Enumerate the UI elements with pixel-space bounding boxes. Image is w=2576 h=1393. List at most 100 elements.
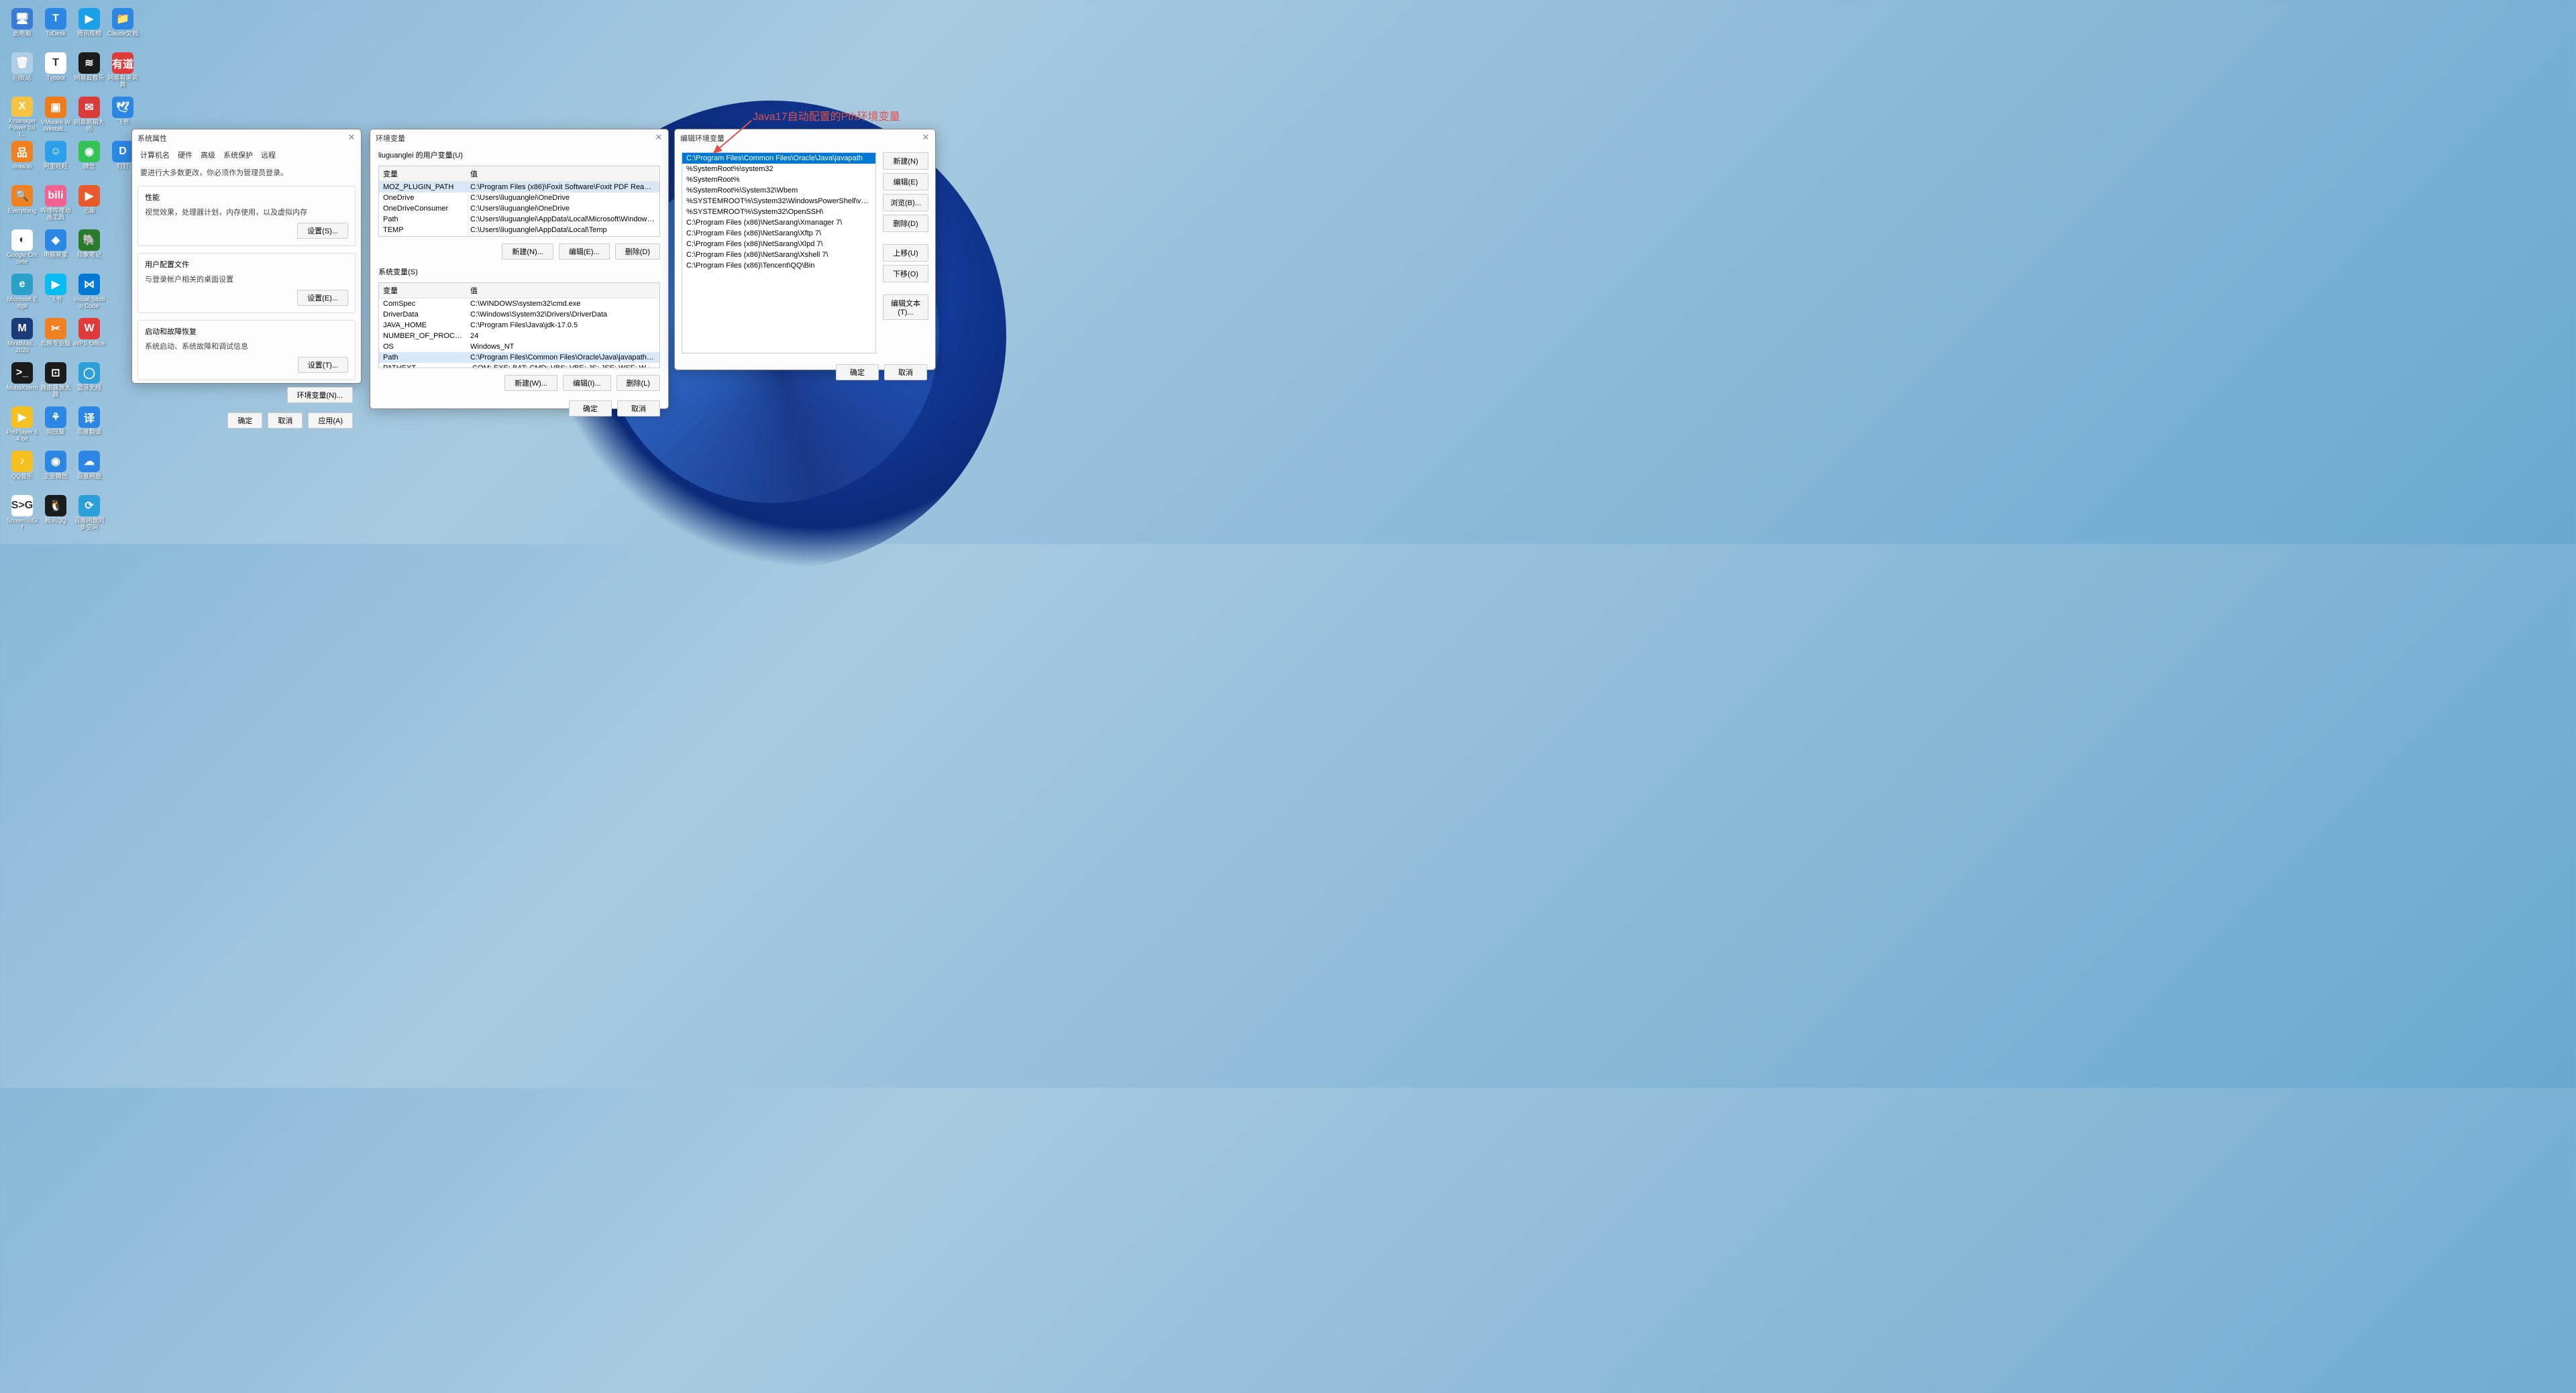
settings-button[interactable]: 设置(S)... — [297, 223, 348, 239]
env-vars-button[interactable]: 环境变量(N)... — [287, 387, 353, 403]
desktop-icon[interactable]: ⋈Visual Studio Code — [72, 271, 106, 315]
edit-env-var-window[interactable]: 编辑环境变量 ✕ C:\Program Files\Common Files\O… — [674, 129, 936, 370]
desktop-icon[interactable]: ☺阿里旺旺 — [39, 138, 72, 182]
list-item[interactable]: C:\Program Files (x86)\Tencent\QQ\Bin — [682, 260, 875, 271]
move-up-button[interactable]: 上移(U) — [883, 244, 928, 262]
desktop-icon[interactable]: eMicrosoft Edge — [5, 271, 39, 315]
desktop-icon[interactable]: 译百度翻译 — [72, 404, 106, 448]
settings-button[interactable]: 设置(T)... — [298, 357, 348, 373]
desktop-icon[interactable]: ◯蓝牙无线 — [72, 359, 106, 404]
desktop-icon[interactable]: ✂剪映专业版 — [39, 315, 72, 359]
desktop-icon[interactable]: ▶腾讯视频 — [72, 5, 106, 50]
desktop-icon[interactable]: ☁百度网盘 — [72, 448, 106, 492]
list-item[interactable]: %SystemRoot%\System32\Wbem — [682, 185, 875, 196]
desktop-icon[interactable]: S>GScreenToGif — [5, 492, 39, 537]
desktop-icon[interactable]: 📁Claude文档 — [106, 5, 140, 50]
desktop-icon[interactable]: ⟳百度网盘同步空间 — [72, 492, 106, 537]
desktop-icon[interactable]: 有道网易有道词典 — [106, 50, 140, 94]
cancel-button[interactable]: 取消 — [268, 412, 303, 429]
system-properties-window[interactable]: 系统属性 ✕ 计算机名硬件高级系统保护远程 要进行大多数更改，你必须作为管理员登… — [131, 129, 362, 384]
desktop-icon[interactable]: TTypora — [39, 50, 72, 94]
list-item[interactable]: C:\Program Files (x86)\NetSarang\Xlpd 7\ — [682, 239, 875, 249]
list-item[interactable]: %SYSTEMROOT%\System32\OpenSSH\ — [682, 207, 875, 217]
desktop-icon[interactable]: XXmanager Power Sui... — [5, 94, 39, 138]
path-entries-listbox[interactable]: C:\Program Files\Common Files\Oracle\Jav… — [682, 152, 876, 353]
list-item[interactable]: C:\Program Files (x86)\NetSarang\Xftp 7\ — [682, 228, 875, 239]
list-item[interactable]: C:\Program Files (x86)\NetSarang\Xmanage… — [682, 217, 875, 228]
desktop-icon[interactable]: 🐧腾讯QQ — [39, 492, 72, 537]
table-row[interactable]: JAVA_HOMEC:\Program Files\Java\jdk-17.0.… — [379, 320, 659, 331]
desktop-icon[interactable]: 🐘印象笔记 — [72, 227, 106, 271]
desktop-icon[interactable]: 🔍Everything — [5, 182, 39, 227]
desktop-icon[interactable]: bili哔哩哔哩动画工具 — [39, 182, 72, 227]
table-row[interactable]: PathC:\Users\liuguanglei\AppData\Local\M… — [379, 214, 659, 225]
desktop-icon[interactable]: ◈电脑管家 — [39, 227, 72, 271]
desktop-icon[interactable]: ▶飞书 — [39, 271, 72, 315]
sys-vars-listbox[interactable]: 变量 值 ComSpecC:\WINDOWS\system32\cmd.exeD… — [378, 282, 660, 368]
edit-button[interactable]: 编辑(E) — [883, 173, 928, 190]
new-button[interactable]: 新建(N) — [883, 152, 928, 170]
table-row[interactable]: OneDriveC:\Users\liuguanglei\OneDrive — [379, 192, 659, 203]
list-item[interactable]: %SystemRoot%\system32 — [682, 164, 875, 174]
desktop-icon[interactable]: ▶PotPlayer 64 bit — [5, 404, 39, 448]
desktop-icon[interactable]: ♪QQ音乐 — [5, 448, 39, 492]
desktop-icon[interactable]: ◉企业微信 — [39, 448, 72, 492]
move-down-button[interactable]: 下移(O) — [883, 265, 928, 282]
user-vars-listbox[interactable]: 变量 值 MOZ_PLUGIN_PATHC:\Program Files (x8… — [378, 166, 660, 237]
tab[interactable]: 硬件 — [178, 150, 193, 160]
close-icon[interactable]: ✕ — [920, 132, 931, 143]
table-row[interactable]: OSWindows_NT — [379, 341, 659, 352]
tab[interactable]: 系统保护 — [223, 150, 253, 160]
desktop-icon[interactable]: MMindMas... 2020 — [5, 315, 39, 359]
tab[interactable]: 计算机名 — [140, 150, 170, 160]
titlebar[interactable]: 环境变量 ✕ — [370, 129, 668, 147]
table-row[interactable]: DriverDataC:\Windows\System32\Drivers\Dr… — [379, 309, 659, 320]
desktop-icon[interactable]: 🗑回收站 — [5, 50, 39, 94]
table-row[interactable]: TEMPC:\Users\liuguanglei\AppData\Local\T… — [379, 225, 659, 235]
list-item[interactable]: %SYSTEMROOT%\System32\WindowsPowerShell\… — [682, 196, 875, 207]
apply-button[interactable]: 应用(A) — [308, 412, 353, 429]
desktop-icon[interactable]: ▶迅雷 — [72, 182, 106, 227]
edit-button[interactable]: 编辑(E)... — [559, 243, 610, 260]
cancel-button[interactable]: 取消 — [884, 364, 927, 380]
desktop-icon[interactable]: ▣VMware Workstati... — [39, 94, 72, 138]
new-button[interactable]: 新建(N)... — [502, 243, 553, 260]
close-icon[interactable]: ✕ — [346, 132, 357, 143]
table-row[interactable]: PATHEXT.COM;.EXE;.BAT;.CMD;.VBS;.VBE;.JS… — [379, 363, 659, 368]
table-row[interactable]: OneDriveConsumerC:\Users\liuguanglei\One… — [379, 203, 659, 214]
table-row[interactable]: TMPC:\Users\liuguanglei\AppData\Local\Te… — [379, 235, 659, 237]
delete-button[interactable]: 删除(L) — [616, 375, 660, 391]
settings-button[interactable]: 设置(E)... — [297, 290, 348, 306]
table-row[interactable]: NUMBER_OF_PROCESSORS24 — [379, 331, 659, 341]
desktop-icon[interactable]: >_MobaXterm — [5, 359, 39, 404]
edit-button[interactable]: 编辑(I)... — [563, 375, 611, 391]
list-item[interactable]: %SystemRoot% — [682, 174, 875, 185]
cancel-button[interactable]: 取消 — [617, 400, 660, 416]
tab[interactable]: 远程 — [261, 150, 276, 160]
ok-button[interactable]: 确定 — [569, 400, 612, 416]
delete-button[interactable]: 删除(D) — [883, 215, 928, 232]
desktop-icon[interactable]: TToDesk — [39, 5, 72, 50]
ok-button[interactable]: 确定 — [227, 412, 262, 429]
table-row[interactable]: ComSpecC:\WINDOWS\system32\cmd.exe — [379, 298, 659, 309]
table-row[interactable]: PathC:\Program Files\Common Files\Oracle… — [379, 352, 659, 363]
environment-variables-window[interactable]: 环境变量 ✕ liuguanglei 的用户变量(U) 变量 值 MOZ_PLU… — [370, 129, 669, 409]
titlebar[interactable]: 系统属性 ✕ — [132, 129, 361, 147]
desktop-icon[interactable]: ⊡路由器放大器 — [39, 359, 72, 404]
list-item[interactable]: C:\Program Files (x86)\NetSarang\Xshell … — [682, 249, 875, 260]
browse-button[interactable]: 浏览(B)... — [883, 194, 928, 211]
desktop-icon[interactable]: ≋网易云音乐 — [72, 50, 106, 94]
desktop-icon[interactable]: ✉网易邮箱大师 — [72, 94, 106, 138]
desktop-icon[interactable]: ◐Google Chrome — [5, 227, 39, 271]
delete-button[interactable]: 删除(D) — [615, 243, 660, 260]
desktop-icon[interactable]: 🖥此电脑 — [5, 5, 39, 50]
edit-text-button[interactable]: 编辑文本(T)... — [883, 294, 928, 320]
desktop-icon[interactable]: ⚘向日葵 — [39, 404, 72, 448]
new-button[interactable]: 新建(W)... — [504, 375, 557, 391]
ok-button[interactable]: 确定 — [836, 364, 879, 380]
desktop-icon[interactable]: 品draw.io — [5, 138, 39, 182]
desktop-icon[interactable]: ◉微信 — [72, 138, 106, 182]
tab[interactable]: 高级 — [201, 150, 215, 160]
close-icon[interactable]: ✕ — [653, 132, 664, 143]
desktop-icon[interactable]: WWPS Office — [72, 315, 106, 359]
